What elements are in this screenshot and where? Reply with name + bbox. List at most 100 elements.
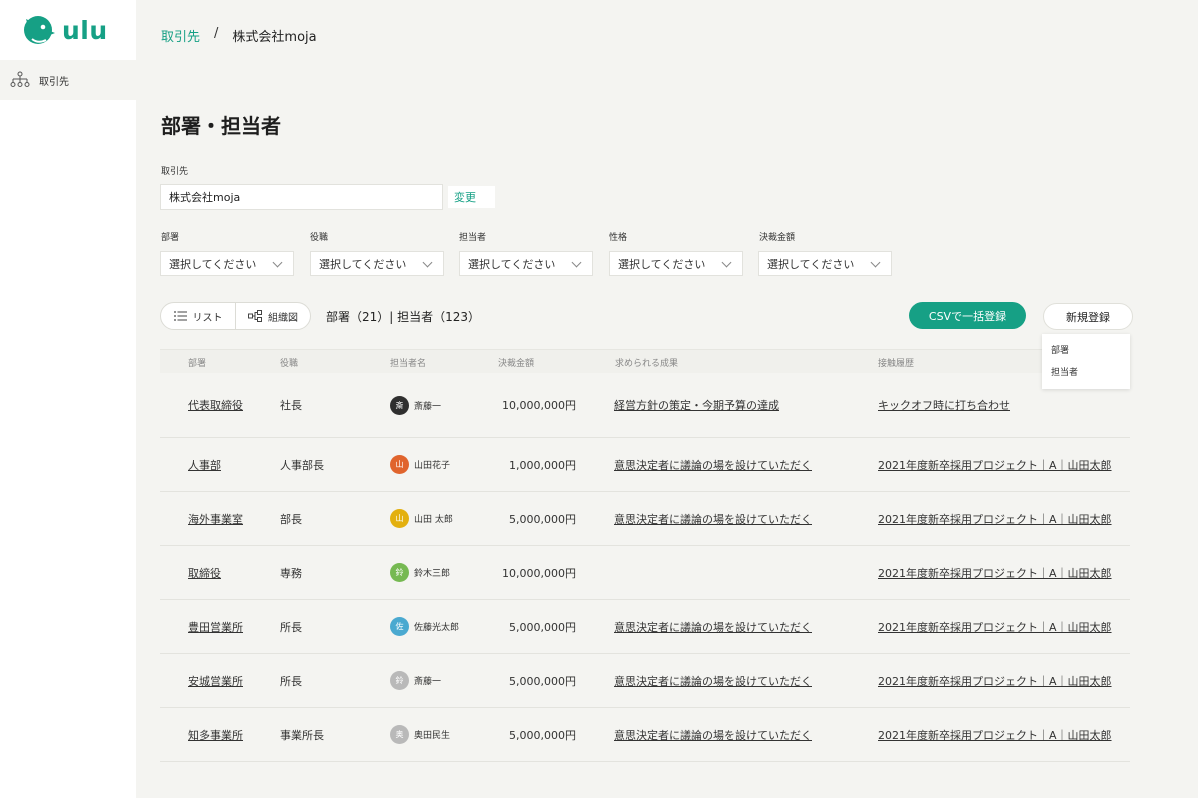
contact-history-link[interactable]: 2021年度新卒採用プロジェクト｜A｜山田太郎 bbox=[878, 654, 1112, 707]
department-link[interactable]: 取締役 bbox=[188, 546, 221, 599]
contact-history-link[interactable]: 2021年度新卒採用プロジェクト｜A｜山田太郎 bbox=[878, 708, 1112, 761]
filter-placeholder: 選択してください bbox=[767, 257, 855, 271]
page-title: 部署・担当者 bbox=[161, 114, 281, 138]
person-name: 山田花子 bbox=[414, 461, 451, 471]
person-cell[interactable]: 奥奥田民生 bbox=[390, 708, 450, 761]
contact-history-link-text[interactable]: 2021年度新卒採用プロジェクト｜A｜山田太郎 bbox=[878, 619, 1112, 635]
department-link-text[interactable]: 海外事業室 bbox=[188, 511, 243, 527]
org-chart-view-button[interactable]: 組織図 bbox=[236, 303, 310, 329]
position-cell-text: 所長 bbox=[280, 674, 302, 688]
table-row[interactable]: 代表取締役 社長 斎斎藤一 10,000,000円 経営方針の策定・今期予算の達成 キック… bbox=[160, 373, 1130, 438]
approval-amount-text: 10,000,000円 bbox=[502, 566, 576, 580]
contact-history-link-text[interactable]: 2021年度新卒採用プロジェクト｜A｜山田太郎 bbox=[878, 727, 1112, 743]
column-header-history[interactable]: 接触履歴 bbox=[878, 356, 914, 369]
org-chart-icon bbox=[248, 310, 262, 322]
column-header-outcome[interactable]: 求められる成果 bbox=[615, 356, 678, 369]
department-link[interactable]: 人事部 bbox=[188, 438, 221, 491]
client-label: 取引先 bbox=[161, 167, 189, 177]
table-row[interactable]: 海外事業室 部長 山山田 太郎 5,000,000円 意思決定者に議論の場を設けていただ… bbox=[160, 492, 1130, 546]
list-view-button[interactable]: リスト bbox=[161, 303, 236, 329]
table-row[interactable]: 取締役 専務 鈴鈴木三郎 10,000,000円 2021年度新卒採用プロジェクト｜A｜… bbox=[160, 546, 1130, 600]
org-chart-view-label: 組織図 bbox=[268, 312, 298, 324]
approval-amount: 1,000,000円 bbox=[460, 438, 576, 491]
csv-import-button[interactable]: CSVで一括登録 bbox=[909, 302, 1026, 329]
department-link-text[interactable]: 代表取締役 bbox=[188, 397, 243, 413]
menu-item-department[interactable]: 部署 bbox=[1042, 338, 1130, 360]
contact-history-link[interactable]: 2021年度新卒採用プロジェクト｜A｜山田太郎 bbox=[878, 438, 1112, 491]
outcome-link[interactable]: 意思決定者に議論の場を設けていただく bbox=[614, 492, 812, 545]
column-header-person[interactable]: 担当者名 bbox=[390, 356, 426, 369]
person-name: 奥田民生 bbox=[414, 731, 451, 741]
menu-item-person[interactable]: 担当者 bbox=[1042, 360, 1130, 382]
filter-approval-amount-select[interactable]: 選択してください bbox=[758, 251, 892, 276]
sidebar-item-clients[interactable]: 取引先 bbox=[0, 60, 136, 100]
table-header: 部署 役職 担当者名 決裁金額 求められる成果 接触履歴 bbox=[160, 349, 1130, 373]
column-header-position[interactable]: 役職 bbox=[280, 356, 298, 369]
table-row[interactable]: 知多事業所 事業所長 奥奥田民生 5,000,000円 意思決定者に議論の場を設けていた… bbox=[160, 708, 1130, 762]
change-client-button[interactable]: 変更 bbox=[448, 186, 495, 208]
outcome-link-text[interactable]: 意思決定者に議論の場を設けていただく bbox=[614, 457, 812, 473]
contact-history-link[interactable]: 2021年度新卒採用プロジェクト｜A｜山田太郎 bbox=[878, 600, 1112, 653]
contact-history-link-text[interactable]: 2021年度新卒採用プロジェクト｜A｜山田太郎 bbox=[878, 511, 1112, 527]
department-link-text[interactable]: 安城営業所 bbox=[188, 673, 243, 689]
filter-department-select[interactable]: 選択してください bbox=[160, 251, 294, 276]
client-field[interactable]: 株式会社moja bbox=[160, 184, 443, 210]
contact-history-link-text[interactable]: 2021年度新卒採用プロジェクト｜A｜山田太郎 bbox=[878, 565, 1112, 581]
outcome-link[interactable]: 意思決定者に議論の場を設けていただく bbox=[614, 708, 812, 761]
person-cell[interactable]: 山山田 太郎 bbox=[390, 492, 453, 545]
approval-amount-text: 10,000,000円 bbox=[502, 399, 576, 412]
person-cell[interactable]: 佐佐藤光太郎 bbox=[390, 600, 459, 653]
department-link[interactable]: 安城営業所 bbox=[188, 654, 243, 707]
contact-history-link[interactable]: キックオフ時に打ち合わせ bbox=[878, 373, 1010, 437]
department-link[interactable]: 知多事業所 bbox=[188, 708, 243, 761]
department-link[interactable]: 豊田営業所 bbox=[188, 600, 243, 653]
department-link-text[interactable]: 豊田営業所 bbox=[188, 619, 243, 635]
sidebar-item-label: 取引先 bbox=[39, 76, 69, 88]
table-row[interactable]: 人事部 人事部長 山山田花子 1,000,000円 意思決定者に議論の場を設けていただく… bbox=[160, 438, 1130, 492]
outcome-link-text[interactable]: 意思決定者に議論の場を設けていただく bbox=[614, 727, 812, 743]
outcome-link[interactable]: 意思決定者に議論の場を設けていただく bbox=[614, 438, 812, 491]
position-cell: 部長 bbox=[280, 492, 302, 545]
table-row[interactable]: 豊田営業所 所長 佐佐藤光太郎 5,000,000円 意思決定者に議論の場を設けていただ… bbox=[160, 600, 1130, 654]
filter-person-select[interactable]: 選択してください bbox=[459, 251, 593, 276]
outcome-link-text[interactable]: 意思決定者に議論の場を設けていただく bbox=[614, 511, 812, 527]
person-name: 斎藤一 bbox=[414, 401, 442, 412]
position-cell: 専務 bbox=[280, 546, 302, 599]
department-link-text[interactable]: 人事部 bbox=[188, 457, 221, 473]
outcome-link-text[interactable]: 経営方針の策定・今期予算の達成 bbox=[614, 397, 779, 413]
outcome-link[interactable]: 意思決定者に議論の場を設けていただく bbox=[614, 654, 812, 707]
filter-placeholder: 選択してください bbox=[319, 257, 407, 271]
department-link-text[interactable]: 知多事業所 bbox=[188, 727, 243, 743]
logo[interactable]: ulu bbox=[0, 0, 136, 60]
contact-history-link[interactable]: 2021年度新卒採用プロジェクト｜A｜山田太郎 bbox=[878, 546, 1112, 599]
record-counts: 部署（21）| 担当者（123） bbox=[326, 310, 481, 324]
filter-personality-select[interactable]: 選択してください bbox=[609, 251, 743, 276]
new-registration-button[interactable]: 新規登録 bbox=[1043, 303, 1133, 330]
outcome-link[interactable]: 経営方針の策定・今期予算の達成 bbox=[614, 373, 779, 437]
department-link-text[interactable]: 取締役 bbox=[188, 565, 221, 581]
column-header-department[interactable]: 部署 bbox=[188, 356, 206, 369]
contact-history-link[interactable]: 2021年度新卒採用プロジェクト｜A｜山田太郎 bbox=[878, 492, 1112, 545]
department-link[interactable]: 代表取締役 bbox=[188, 373, 243, 437]
contact-history-link-text[interactable]: キックオフ時に打ち合わせ bbox=[878, 397, 1010, 413]
person-name: 山田 太郎 bbox=[414, 515, 453, 525]
table-row[interactable]: 安城営業所 所長 鈴斎藤一 5,000,000円 意思決定者に議論の場を設けていただく 2… bbox=[160, 654, 1130, 708]
outcome-link-text[interactable]: 意思決定者に議論の場を設けていただく bbox=[614, 619, 812, 635]
avatar: 奥 bbox=[390, 725, 409, 744]
approval-amount: 5,000,000円 bbox=[460, 708, 576, 761]
person-cell[interactable]: 鈴斎藤一 bbox=[390, 654, 441, 707]
person-cell[interactable]: 鈴鈴木三郎 bbox=[390, 546, 450, 599]
outcome-link-text[interactable]: 意思決定者に議論の場を設けていただく bbox=[614, 673, 812, 689]
breadcrumb-parent-link[interactable]: 取引先 bbox=[161, 26, 200, 45]
contact-history-link-text[interactable]: 2021年度新卒採用プロジェクト｜A｜山田太郎 bbox=[878, 673, 1112, 689]
logo-text: ulu bbox=[62, 15, 108, 45]
outcome-link[interactable]: 意思決定者に議論の場を設けていただく bbox=[614, 600, 812, 653]
contact-history-link-text[interactable]: 2021年度新卒採用プロジェクト｜A｜山田太郎 bbox=[878, 457, 1112, 473]
filter-position-select[interactable]: 選択してください bbox=[310, 251, 444, 276]
chevron-down-icon bbox=[422, 257, 433, 268]
column-header-amount[interactable]: 決裁金額 bbox=[498, 356, 534, 369]
person-cell[interactable]: 山山田花子 bbox=[390, 438, 450, 491]
person-cell[interactable]: 斎斎藤一 bbox=[390, 373, 441, 437]
filter-placeholder: 選択してください bbox=[468, 257, 556, 271]
department-link[interactable]: 海外事業室 bbox=[188, 492, 243, 545]
